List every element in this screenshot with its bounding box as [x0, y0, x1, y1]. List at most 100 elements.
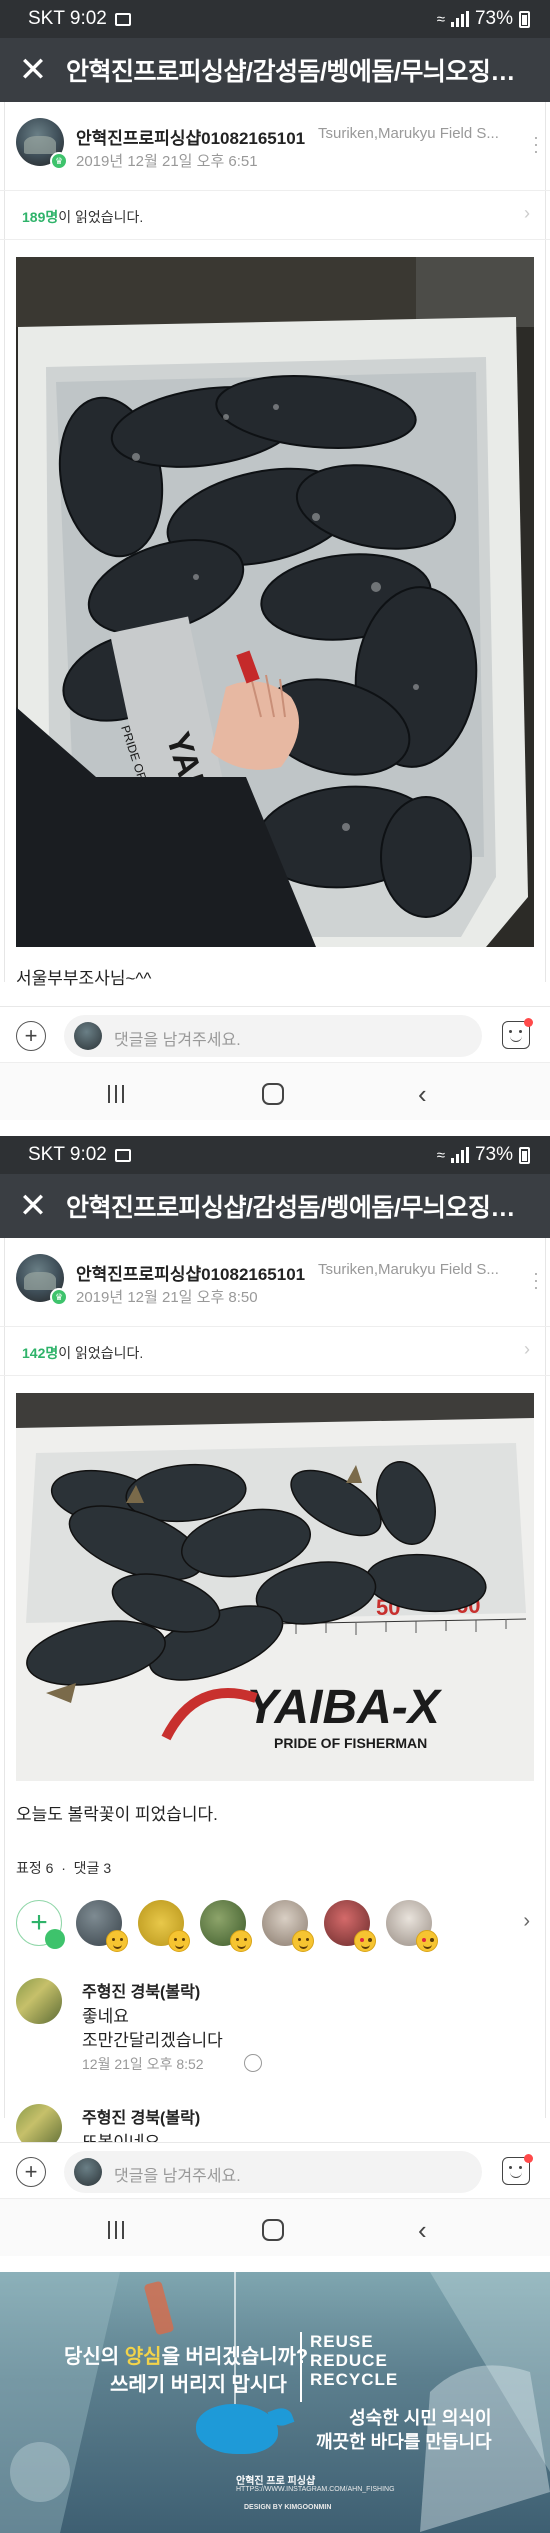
reaction-avatar[interactable] — [324, 1900, 376, 1952]
post-date: 2019년 12월 21일 오후 8:50 — [76, 1289, 258, 1306]
reaction-avatar[interactable] — [200, 1900, 252, 1952]
status-bar: SKT 9:02 ≈ 73% — [0, 0, 550, 38]
smile-emoji-icon — [292, 1930, 314, 1952]
screenshot-gap — [0, 1120, 550, 1136]
recent-apps-icon[interactable] — [108, 1085, 124, 1103]
android-nav-bar: ‹ — [0, 2198, 550, 2256]
banner-credit: DESIGN BY KIMGOONMIN — [244, 2504, 332, 2511]
my-avatar — [74, 1022, 102, 1050]
screenshot-2: SKT 9:02 ≈ 73% ✕ 안혁진프로피싱샵/감성돔/벵에돔/무늬오징어/… — [0, 1136, 550, 2256]
comment-time: 12월 21일 오후 8:52 — [82, 2056, 204, 2072]
post-author: ♛ 안혁진프로피싱샵01082165101 Tsuriken,Marukyu F… — [0, 1246, 550, 1320]
wifi-icon: ≈ — [436, 1146, 445, 1164]
android-nav-bar: ‹ — [0, 1062, 550, 1120]
reaction-avatar[interactable] — [138, 1900, 190, 1952]
ocean-background — [0, 2272, 550, 2533]
eco-banner: 당신의 양심을 버리겠습니까? 쓰레기 버리지 맙시다 REUSE REDUCE… — [0, 2272, 550, 2533]
comment-author[interactable]: 주형진 경북(볼락) — [82, 2104, 200, 2128]
photo-slogan-text: PRIDE OF FISHERMAN — [274, 1735, 427, 1751]
screenshot-1: SKT 9:02 ≈ 73% ✕ 안혁진프로피싱샵/감성돔/벵에돔/무늬오징어/… — [0, 0, 550, 1120]
chevron-right-icon[interactable]: › — [523, 1910, 530, 1933]
leader-badge-icon: ♛ — [50, 152, 68, 170]
comment-bar: + 댓글을 남겨주세요. — [0, 2142, 550, 2198]
heart-eyes-emoji-icon — [354, 1930, 376, 1952]
laugh-emoji-icon — [230, 1930, 252, 1952]
title-bar: ✕ 안혁진프로피싱샵/감성돔/벵에돔/무늬오징어/... — [0, 38, 550, 102]
back-icon[interactable]: ‹ — [418, 1081, 427, 1107]
image-notification-icon — [114, 12, 131, 26]
recent-apps-icon[interactable] — [108, 2221, 124, 2239]
signal-icon — [450, 1147, 469, 1163]
screenshot-gap — [0, 2256, 550, 2272]
wifi-icon: ≈ — [436, 10, 445, 28]
avatar[interactable] — [16, 1978, 62, 2024]
status-time: SKT 9:02 — [28, 1144, 107, 1165]
my-avatar — [74, 2158, 102, 2186]
battery-icon — [519, 1146, 530, 1164]
leader-badge-icon: ♛ — [50, 1288, 68, 1306]
reaction-avatar[interactable] — [386, 1900, 438, 1952]
sticker-icon[interactable] — [502, 1018, 533, 1049]
post-photo[interactable]: 40 50 60 YAIBA-X PRIDE O — [16, 1393, 534, 1781]
status-time: SKT 9:02 — [28, 8, 107, 29]
post-caption: 오늘도 볼락꽃이 피었습니다. — [16, 1805, 218, 1824]
reaction-avatars: + › — [16, 1896, 536, 1952]
smile-emoji-icon — [106, 1930, 128, 1952]
attach-plus-icon[interactable]: + — [16, 2157, 46, 2187]
close-icon[interactable]: ✕ — [0, 38, 66, 102]
comment-text: 좋네요 — [82, 2007, 129, 2026]
attach-plus-icon[interactable]: + — [16, 1021, 46, 1051]
comment-text: 조만간달리겠습니다 — [82, 2031, 223, 2050]
read-suffix: 이 읽었습니다. — [58, 209, 144, 225]
title-bar: ✕ 안혁진프로피싱샵/감성돔/벵에돔/무늬오징어/... — [0, 1174, 550, 1238]
read-count: 189명 — [22, 209, 59, 225]
comment-placeholder: 댓글을 남겨주세요. — [114, 1032, 241, 1049]
back-icon[interactable]: ‹ — [418, 2217, 427, 2243]
signal-icon — [450, 11, 469, 27]
read-count-row[interactable]: 142명이 읽었습니다. › — [0, 1326, 550, 1376]
add-reaction-icon[interactable]: + — [16, 1900, 65, 1949]
read-count-row[interactable]: 189명이 읽었습니다. › — [0, 190, 550, 240]
reaction-avatar[interactable] — [76, 1900, 128, 1952]
more-options-icon[interactable]: · · · — [532, 1264, 540, 1296]
battery-percent: 73% — [474, 1144, 513, 1165]
banner-url: HTTPS://WWW.INSTAGRAM.COM/AHN_FISHING — [236, 2486, 395, 2493]
close-icon[interactable]: ✕ — [0, 1174, 66, 1238]
comment-input[interactable]: 댓글을 남겨주세요. — [64, 1015, 482, 1057]
read-count: 142명 — [22, 1345, 59, 1361]
battery-icon — [519, 10, 530, 28]
read-suffix: 이 읽었습니다. — [58, 1345, 144, 1361]
photo-brand-text: YAIBA-X — [246, 1681, 443, 1734]
home-icon[interactable] — [262, 1083, 284, 1105]
author-name[interactable]: 안혁진프로피싱샵01082165101 — [76, 124, 305, 149]
new-dot — [524, 1018, 533, 1027]
smile-emoji-icon — [168, 1930, 190, 1952]
banner-rrr: REUSE REDUCE RECYCLE — [310, 2332, 399, 2389]
banner-line-1: 당신의 양심을 버리겠습니까? — [64, 2346, 309, 2368]
post-author: ♛ 안혁진프로피싱샵01082165101 Tsuriken,Marukyu F… — [0, 110, 550, 184]
comment-bar: + 댓글을 남겨주세요. — [0, 1006, 550, 1062]
new-dot — [524, 2154, 533, 2163]
heart-eyes-emoji-icon — [416, 1930, 438, 1952]
chevron-right-icon: › — [524, 203, 530, 223]
sticker-icon[interactable] — [502, 2154, 533, 2185]
band-title: 안혁진프로피싱샵/감성돔/벵에돔/무늬오징어/... — [66, 1194, 536, 1222]
more-options-icon[interactable]: · · · — [532, 128, 540, 160]
comment-count[interactable]: 댓글 3 — [74, 1860, 111, 1876]
reaction-count[interactable]: 표정 6 — [16, 1860, 53, 1876]
home-icon[interactable] — [262, 2219, 284, 2241]
post-photo[interactable]: YAIBA PRIDE OF FISH — [16, 257, 534, 947]
band-title: 안혁진프로피싱샵/감성돔/벵에돔/무늬오징어/... — [66, 58, 536, 86]
reaction-avatar[interactable] — [262, 1900, 314, 1952]
author-name[interactable]: 안혁진프로피싱샵01082165101 — [76, 1260, 305, 1285]
comment-placeholder: 댓글을 남겨주세요. — [114, 2168, 241, 2185]
banner-shop-name: 안혁진 프로 피싱샵 — [236, 2476, 316, 2487]
author-group: Tsuriken,Marukyu Field S... — [318, 125, 499, 142]
comment-input[interactable]: 댓글을 남겨주세요. — [64, 2151, 482, 2193]
comment-author[interactable]: 주형진 경북(볼락) — [82, 1978, 200, 2002]
image-notification-icon — [114, 1148, 131, 1162]
comment-reaction-icon[interactable] — [244, 2054, 262, 2072]
whale-icon — [196, 2404, 278, 2454]
reaction-summary: 표정 6 · 댓글 3 — [16, 1860, 112, 1876]
post-caption: 서울부부조사님~^^ — [16, 969, 152, 988]
